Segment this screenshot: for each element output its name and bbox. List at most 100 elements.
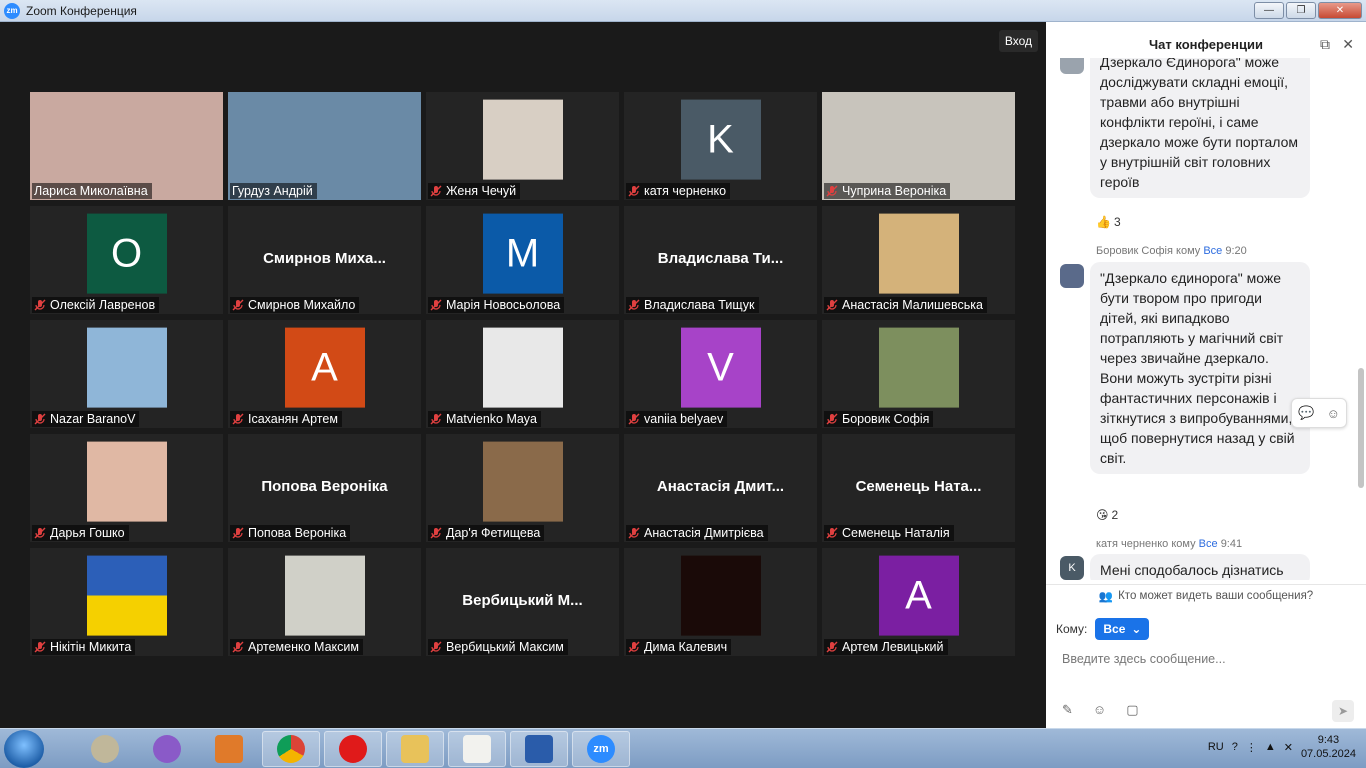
file-icon[interactable]: ▢ [1126, 702, 1138, 718]
muted-mic-icon [232, 527, 244, 539]
muted-mic-icon [232, 413, 244, 425]
participant-avatar: O [86, 213, 167, 294]
reply-icon[interactable]: 💬 [1298, 405, 1314, 421]
participant-avatar [482, 441, 563, 522]
participant-tile[interactable]: Женя Чечуй [426, 92, 619, 200]
clock[interactable]: 9:43 07.05.2024 [1301, 733, 1356, 761]
muted-mic-icon [430, 641, 442, 653]
message-text: Мені сподобалось дізнатись [1100, 562, 1284, 578]
participant-tile[interactable]: Смирнов Миха... Смирнов Михайло [228, 206, 421, 314]
participant-name-label: Смирнов Михайло [230, 297, 360, 313]
kiss-emoji-icon: 😘 [1096, 508, 1109, 522]
participant-tile[interactable]: A Артем Левицький [822, 548, 1015, 656]
participant-name: vaniia belyaev [644, 412, 724, 426]
taskbar-app-zoom[interactable]: zm [572, 731, 630, 767]
send-icon[interactable]: ➤ [1332, 700, 1354, 722]
participant-name: Ісаханян Артем [248, 412, 338, 426]
taskbar-app-chrome[interactable] [262, 731, 320, 767]
taskbar-app-word[interactable] [510, 731, 568, 767]
start-button[interactable] [4, 730, 44, 768]
minimize-button[interactable]: — [1254, 2, 1284, 19]
muted-mic-icon [34, 299, 46, 311]
participant-name: Анастасія Дмитрієва [644, 526, 764, 540]
participant-tile[interactable]: Боровик Софія [822, 320, 1015, 428]
opera-icon [339, 735, 367, 763]
taskbar-app-explorer[interactable] [386, 731, 444, 767]
chat-messages[interactable]: Дзеркало Єдинорога" може досліджувати ск… [1046, 58, 1366, 580]
document-viewer-icon [463, 735, 491, 763]
participant-tile[interactable]: Дар'я Фетищева [426, 434, 619, 542]
participant-name-label: Дарья Гошко [32, 525, 129, 541]
taskbar-app-opera[interactable] [324, 731, 382, 767]
reaction-thumbsup[interactable]: 👍 3 [1096, 215, 1121, 229]
participant-tile[interactable]: Вербицький М... Вербицький Максим [426, 548, 619, 656]
taskbar-app-vpn[interactable] [138, 731, 196, 767]
participant-name: Владислава Тищук [644, 298, 755, 312]
help-icon[interactable]: ? [1232, 741, 1238, 753]
participant-tile[interactable]: Артеменко Максим [228, 548, 421, 656]
format-icon[interactable]: ✎ [1062, 702, 1073, 718]
participant-name-label: Matvienko Maya [428, 411, 542, 427]
participant-tile[interactable]: Дима Калевич [624, 548, 817, 656]
participant-name-label: Олексій Лавренов [32, 297, 160, 313]
window-title: Zoom Конференция [26, 3, 137, 18]
chat-message: "Дзеркало єдинорога" може бути твором пр… [1090, 262, 1310, 474]
participant-tile[interactable]: Чуприна Вероніка [822, 92, 1015, 200]
taskbar-app-eye[interactable] [76, 731, 134, 767]
participant-avatar [680, 555, 761, 636]
chat-scrollbar[interactable] [1358, 368, 1364, 488]
exit-fullscreen-button[interactable]: Вход [998, 30, 1038, 52]
muted-mic-icon [232, 299, 244, 311]
taskbar-app-media[interactable] [200, 731, 258, 767]
video-gallery: Вход Лариса Миколаївна Гурдуз Андрій Женя … [0, 22, 1046, 728]
close-chat-icon[interactable]: ✕ [1342, 36, 1354, 53]
participant-name: Matvienko Maya [446, 412, 538, 426]
who-can-see-link[interactable]: 👥 Кто может видеть ваши сообщения? [1046, 584, 1366, 606]
message-meta: Боровик Софія кому Все 9:20 [1096, 245, 1247, 257]
participant-name: Боровик Софія [842, 412, 930, 426]
to-word: кому [1176, 245, 1201, 257]
participant-tile[interactable]: Kкатя черненко [624, 92, 817, 200]
participant-display-name: Вербицький М... [462, 592, 583, 609]
network-icon[interactable]: ⋮ [1246, 741, 1257, 754]
participant-name-label: Лариса Миколаївна [32, 183, 152, 199]
participant-tile[interactable]: Анастасія Малишевська [822, 206, 1015, 314]
close-window-button[interactable]: ✕ [1318, 2, 1362, 19]
participant-tile[interactable]: Matvienko Maya [426, 320, 619, 428]
maximize-button[interactable]: ❐ [1286, 2, 1316, 19]
participant-name-label: vaniia belyaev [626, 411, 728, 427]
language-indicator[interactable]: RU [1208, 741, 1224, 753]
participant-name-label: катя черненко [626, 183, 731, 199]
reaction-count: 3 [1113, 215, 1121, 229]
show-hidden-icon[interactable]: ▲ [1265, 741, 1276, 753]
participant-tile[interactable]: Гурдуз Андрій [228, 92, 421, 200]
participant-tile[interactable]: A Ісаханян Артем [228, 320, 421, 428]
muted-mic-icon [826, 413, 838, 425]
participant-tile[interactable]: Владислава Ти... Владислава Тищук [624, 206, 817, 314]
participant-tile[interactable]: Анастасія Дмит... Анастасія Дмитрієва [624, 434, 817, 542]
taskbar-app-viewer[interactable] [448, 731, 506, 767]
participant-tile[interactable]: Попова Вероніка Попова Вероніка [228, 434, 421, 542]
participant-tile[interactable]: Нікітін Микита [30, 548, 223, 656]
message-text: Дзеркало Єдинорога" може досліджувати ск… [1100, 58, 1298, 190]
participant-tile[interactable]: Дарья Гошко [30, 434, 223, 542]
message-input[interactable]: Введите здесь сообщение... [1062, 652, 1226, 666]
participant-tile[interactable]: Семенець Ната... Семенець Наталія [822, 434, 1015, 542]
popout-icon[interactable]: ⧉ [1320, 36, 1330, 53]
participant-tile[interactable]: Лариса Миколаївна [30, 92, 223, 200]
recipient-value: Все [1103, 622, 1126, 636]
participant-avatar: K [680, 99, 761, 180]
participant-tile[interactable]: O Олексій Лавренов [30, 206, 223, 314]
participant-name: Семенець Наталія [842, 526, 950, 540]
participant-tile[interactable]: M Марія Новосьолова [426, 206, 619, 314]
participant-name-label: Чуприна Вероніка [824, 183, 951, 199]
volume-icon[interactable]: ✕ [1284, 741, 1293, 754]
add-reaction-icon[interactable]: ☺ [1327, 406, 1340, 421]
message-text: "Дзеркало єдинорога" може бути твором пр… [1100, 270, 1295, 466]
muted-mic-icon [628, 299, 640, 311]
participant-tile[interactable]: Vvaniia belyaev [624, 320, 817, 428]
emoji-icon[interactable]: ☺ [1093, 702, 1106, 718]
reaction-kiss[interactable]: 😘 2 [1096, 508, 1118, 522]
participant-tile[interactable]: Nazar BaranoV [30, 320, 223, 428]
recipient-select[interactable]: Все ⌄ [1095, 618, 1150, 640]
